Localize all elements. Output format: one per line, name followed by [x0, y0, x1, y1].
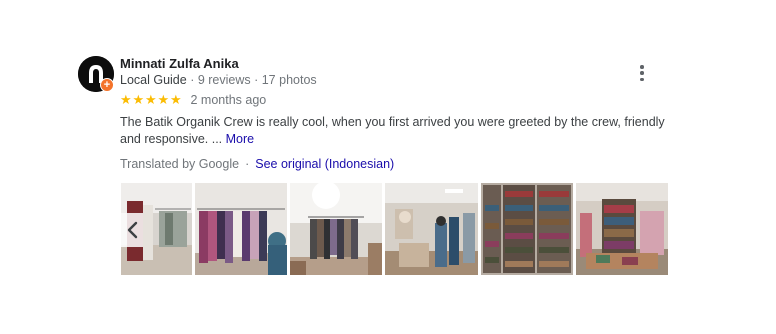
translated-by-label: Translated by Google: [120, 157, 240, 171]
star-icon: ★: [170, 92, 182, 107]
star-rating: ★ ★ ★ ★ ★: [120, 93, 183, 107]
more-vert-icon[interactable]: [638, 65, 646, 81]
store-photo-3[interactable]: [290, 183, 382, 275]
photo-3-image: [290, 183, 382, 275]
review-date: 2 months ago: [190, 93, 267, 107]
review-content: Minnati Zulfa Anika Local Guide · 9 revi…: [120, 56, 680, 172]
local-guide-badge-icon: +: [100, 78, 114, 92]
reviewer-name[interactable]: Minnati Zulfa Anika: [120, 56, 680, 72]
reviewer-avatar[interactable]: +: [78, 56, 114, 92]
meta-separator-1: ·: [186, 73, 198, 87]
reviewer-photo-count: 17 photos: [261, 73, 317, 87]
reviewer-review-count: 9 reviews: [197, 73, 251, 87]
translation-row: Translated by Google · See original (Indon…: [120, 156, 680, 172]
star-icon: ★: [120, 92, 132, 107]
photo-6-image: [576, 183, 668, 275]
store-photo-4[interactable]: [385, 183, 478, 275]
star-icon: ★: [132, 92, 145, 107]
translation-separator: ·: [245, 157, 250, 171]
store-photo-6[interactable]: [576, 183, 668, 275]
rating-row: ★ ★ ★ ★ ★ 2 months ago: [120, 92, 680, 108]
photo-2-image: [195, 183, 287, 275]
see-original-link[interactable]: See original (Indonesian): [255, 157, 394, 171]
reviewer-role: Local Guide: [120, 73, 187, 87]
review-text: The Batik Organik Crew is really cool, w…: [120, 114, 668, 148]
more-link[interactable]: More: [226, 132, 254, 146]
meta-separator-2: ·: [250, 73, 262, 87]
photos-prev-button[interactable]: [121, 213, 143, 247]
store-photo-5[interactable]: [481, 183, 573, 275]
review-body: The Batik Organik Crew is really cool, w…: [120, 115, 665, 146]
photo-4-image: [385, 183, 478, 275]
star-icon: ★: [145, 92, 157, 107]
reviewer-meta: Local Guide · 9 reviews · 17 photos: [120, 72, 680, 88]
photo-5-image: [481, 183, 573, 275]
store-photo-2[interactable]: [195, 183, 287, 275]
star-icon: ★: [157, 92, 170, 107]
chevron-left-icon: [127, 221, 138, 239]
